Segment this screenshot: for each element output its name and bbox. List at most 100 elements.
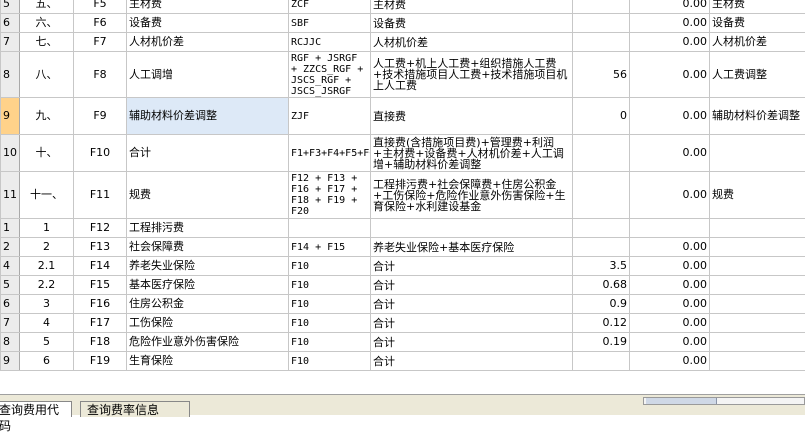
fee-code-cell[interactable]: F10 (74, 135, 127, 172)
sequence-cell[interactable]: 1 (20, 219, 74, 238)
calc-base-cell[interactable]: F10 (289, 295, 371, 314)
fee-code-cell[interactable]: F12 (74, 219, 127, 238)
tab-query-fee-rate[interactable]: 查询费率信息 (80, 401, 190, 417)
rate-cell[interactable]: 0.12 (573, 314, 630, 333)
table-row[interactable]: 63F16住房公积金F10合计0.90.00 (1, 295, 805, 314)
fee-code-cell[interactable]: F18 (74, 333, 127, 352)
fee-name-cell[interactable]: 主材费 (127, 0, 289, 14)
fee-name-cell[interactable]: 工程排污费 (127, 219, 289, 238)
rate-cell[interactable] (573, 0, 630, 14)
sequence-cell[interactable]: 2.2 (20, 276, 74, 295)
fee-name-cell[interactable]: 住房公积金 (127, 295, 289, 314)
base-description-cell[interactable]: 工程排污费+社会保障费+住房公积金+工伤保险+危险作业意外伤害保险+生育保险+水… (371, 172, 573, 219)
sequence-cell[interactable]: 2 (20, 238, 74, 257)
fee-name-cell[interactable]: 人材机价差 (127, 33, 289, 52)
rate-cell[interactable]: 0 (573, 98, 630, 135)
base-description-cell[interactable]: 人工费+机上人工费+组织措施人工费+技术措施项目人工费+技术措施项目机上人工费 (371, 52, 573, 98)
sequence-cell[interactable]: 六、 (20, 14, 74, 33)
remark-cell[interactable]: 规费 (710, 172, 805, 219)
table-row[interactable]: 11十一、F11规费F12 + F13 + F16 + F17 + F18 + … (1, 172, 805, 219)
rate-cell[interactable]: 56 (573, 52, 630, 98)
sequence-cell[interactable]: 十一、 (20, 172, 74, 219)
fee-code-cell[interactable]: F19 (74, 352, 127, 371)
table-row[interactable]: 52.2F15基本医疗保险F10合计0.680.00 (1, 276, 805, 295)
rate-cell[interactable] (573, 219, 630, 238)
calc-base-cell[interactable]: RCJJC (289, 33, 371, 52)
fee-code-cell[interactable]: F11 (74, 172, 127, 219)
remark-cell[interactable] (710, 314, 805, 333)
sequence-cell[interactable]: 6 (20, 352, 74, 371)
remark-cell[interactable]: 人工费调整 (710, 52, 805, 98)
table-row[interactable]: 22F13社会保障费F14 + F15养老失业保险+基本医疗保险0.00 (1, 238, 805, 257)
calc-base-cell[interactable]: SBF (289, 14, 371, 33)
table-row[interactable]: 8八、F8人工调增RGF + JSRGF + ZZCS_RGF + JSCS_R… (1, 52, 805, 98)
table-row[interactable]: 96F19生育保险F10合计0.00 (1, 352, 805, 371)
sequence-cell[interactable]: 2.1 (20, 257, 74, 276)
remark-cell[interactable] (710, 257, 805, 276)
base-description-cell[interactable]: 合计 (371, 295, 573, 314)
base-description-cell[interactable] (371, 219, 573, 238)
sequence-cell[interactable]: 五、 (20, 0, 74, 14)
fee-name-cell[interactable]: 养老失业保险 (127, 257, 289, 276)
fee-name-cell[interactable]: 危险作业意外伤害保险 (127, 333, 289, 352)
fee-code-cell[interactable]: F14 (74, 257, 127, 276)
fee-name-cell[interactable]: 合计 (127, 135, 289, 172)
rate-cell[interactable] (573, 238, 630, 257)
fee-grid[interactable]: 5五、F5主材费ZCF主材费0.00主材费6六、F6设备费SBF设备费0.00设… (0, 0, 805, 394)
calc-base-cell[interactable]: F1+F3+F4+F5+F6+F7+F8+F9 (289, 135, 371, 172)
remark-cell[interactable] (710, 333, 805, 352)
remark-cell[interactable] (710, 219, 805, 238)
fee-code-cell[interactable]: F13 (74, 238, 127, 257)
rate-cell[interactable]: 0.9 (573, 295, 630, 314)
fee-code-cell[interactable]: F8 (74, 52, 127, 98)
remark-cell[interactable]: 主材费 (710, 0, 805, 14)
remark-cell[interactable] (710, 135, 805, 172)
remark-cell[interactable] (710, 238, 805, 257)
fee-name-cell[interactable]: 社会保障费 (127, 238, 289, 257)
calc-base-cell[interactable]: ZCF (289, 0, 371, 14)
remark-cell[interactable]: 辅助材料价差调整 (710, 98, 805, 135)
calc-base-cell[interactable]: F10 (289, 352, 371, 371)
base-description-cell[interactable]: 合计 (371, 314, 573, 333)
calc-base-cell[interactable] (289, 219, 371, 238)
tab-query-fee-code[interactable]: 查询费用代码 (0, 401, 72, 417)
rate-cell[interactable] (573, 172, 630, 219)
rate-cell[interactable]: 0.19 (573, 333, 630, 352)
fee-name-cell[interactable]: 人工调增 (127, 52, 289, 98)
fee-code-cell[interactable]: F15 (74, 276, 127, 295)
fee-code-cell[interactable]: F6 (74, 14, 127, 33)
rate-cell[interactable] (573, 14, 630, 33)
table-row[interactable]: 74F17工伤保险F10合计0.120.00 (1, 314, 805, 333)
base-description-cell[interactable]: 直接费 (371, 98, 573, 135)
fee-code-cell[interactable]: F16 (74, 295, 127, 314)
sequence-cell[interactable]: 九、 (20, 98, 74, 135)
remark-cell[interactable] (710, 295, 805, 314)
base-description-cell[interactable]: 合计 (371, 333, 573, 352)
fee-name-cell[interactable]: 基本医疗保险 (127, 276, 289, 295)
base-description-cell[interactable]: 主材费 (371, 0, 573, 14)
fee-name-cell[interactable]: 工伤保险 (127, 314, 289, 333)
base-description-cell[interactable]: 直接费(含措施项目费)+管理费+利润+主材费+设备费+人材机价差+人工调增+辅助… (371, 135, 573, 172)
remark-cell[interactable] (710, 276, 805, 295)
table-row[interactable]: 5五、F5主材费ZCF主材费0.00主材费 (1, 0, 805, 14)
sequence-cell[interactable]: 十、 (20, 135, 74, 172)
fee-name-cell[interactable]: 设备费 (127, 14, 289, 33)
base-description-cell[interactable]: 合计 (371, 257, 573, 276)
calc-base-cell[interactable]: F12 + F13 + F16 + F17 + F18 + F19 + F20 (289, 172, 371, 219)
calc-base-cell[interactable]: F10 (289, 257, 371, 276)
fee-name-cell[interactable]: 生育保险 (127, 352, 289, 371)
sequence-cell[interactable]: 3 (20, 295, 74, 314)
sequence-cell[interactable]: 4 (20, 314, 74, 333)
base-description-cell[interactable]: 合计 (371, 352, 573, 371)
base-description-cell[interactable]: 养老失业保险+基本医疗保险 (371, 238, 573, 257)
sequence-cell[interactable]: 5 (20, 333, 74, 352)
horizontal-scrollbar[interactable] (643, 397, 805, 405)
table-row[interactable]: 7七、F7人材机价差RCJJC人材机价差0.00人材机价差 (1, 33, 805, 52)
calc-base-cell[interactable]: F10 (289, 314, 371, 333)
rate-cell[interactable] (573, 352, 630, 371)
table-row[interactable]: 42.1F14养老失业保险F10合计3.50.00 (1, 257, 805, 276)
sequence-cell[interactable]: 七、 (20, 33, 74, 52)
table-row[interactable]: 9九、F9辅助材料价差调整ZJF直接费00.00辅助材料价差调整 (1, 98, 805, 135)
sequence-cell[interactable]: 八、 (20, 52, 74, 98)
rate-cell[interactable]: 3.5 (573, 257, 630, 276)
